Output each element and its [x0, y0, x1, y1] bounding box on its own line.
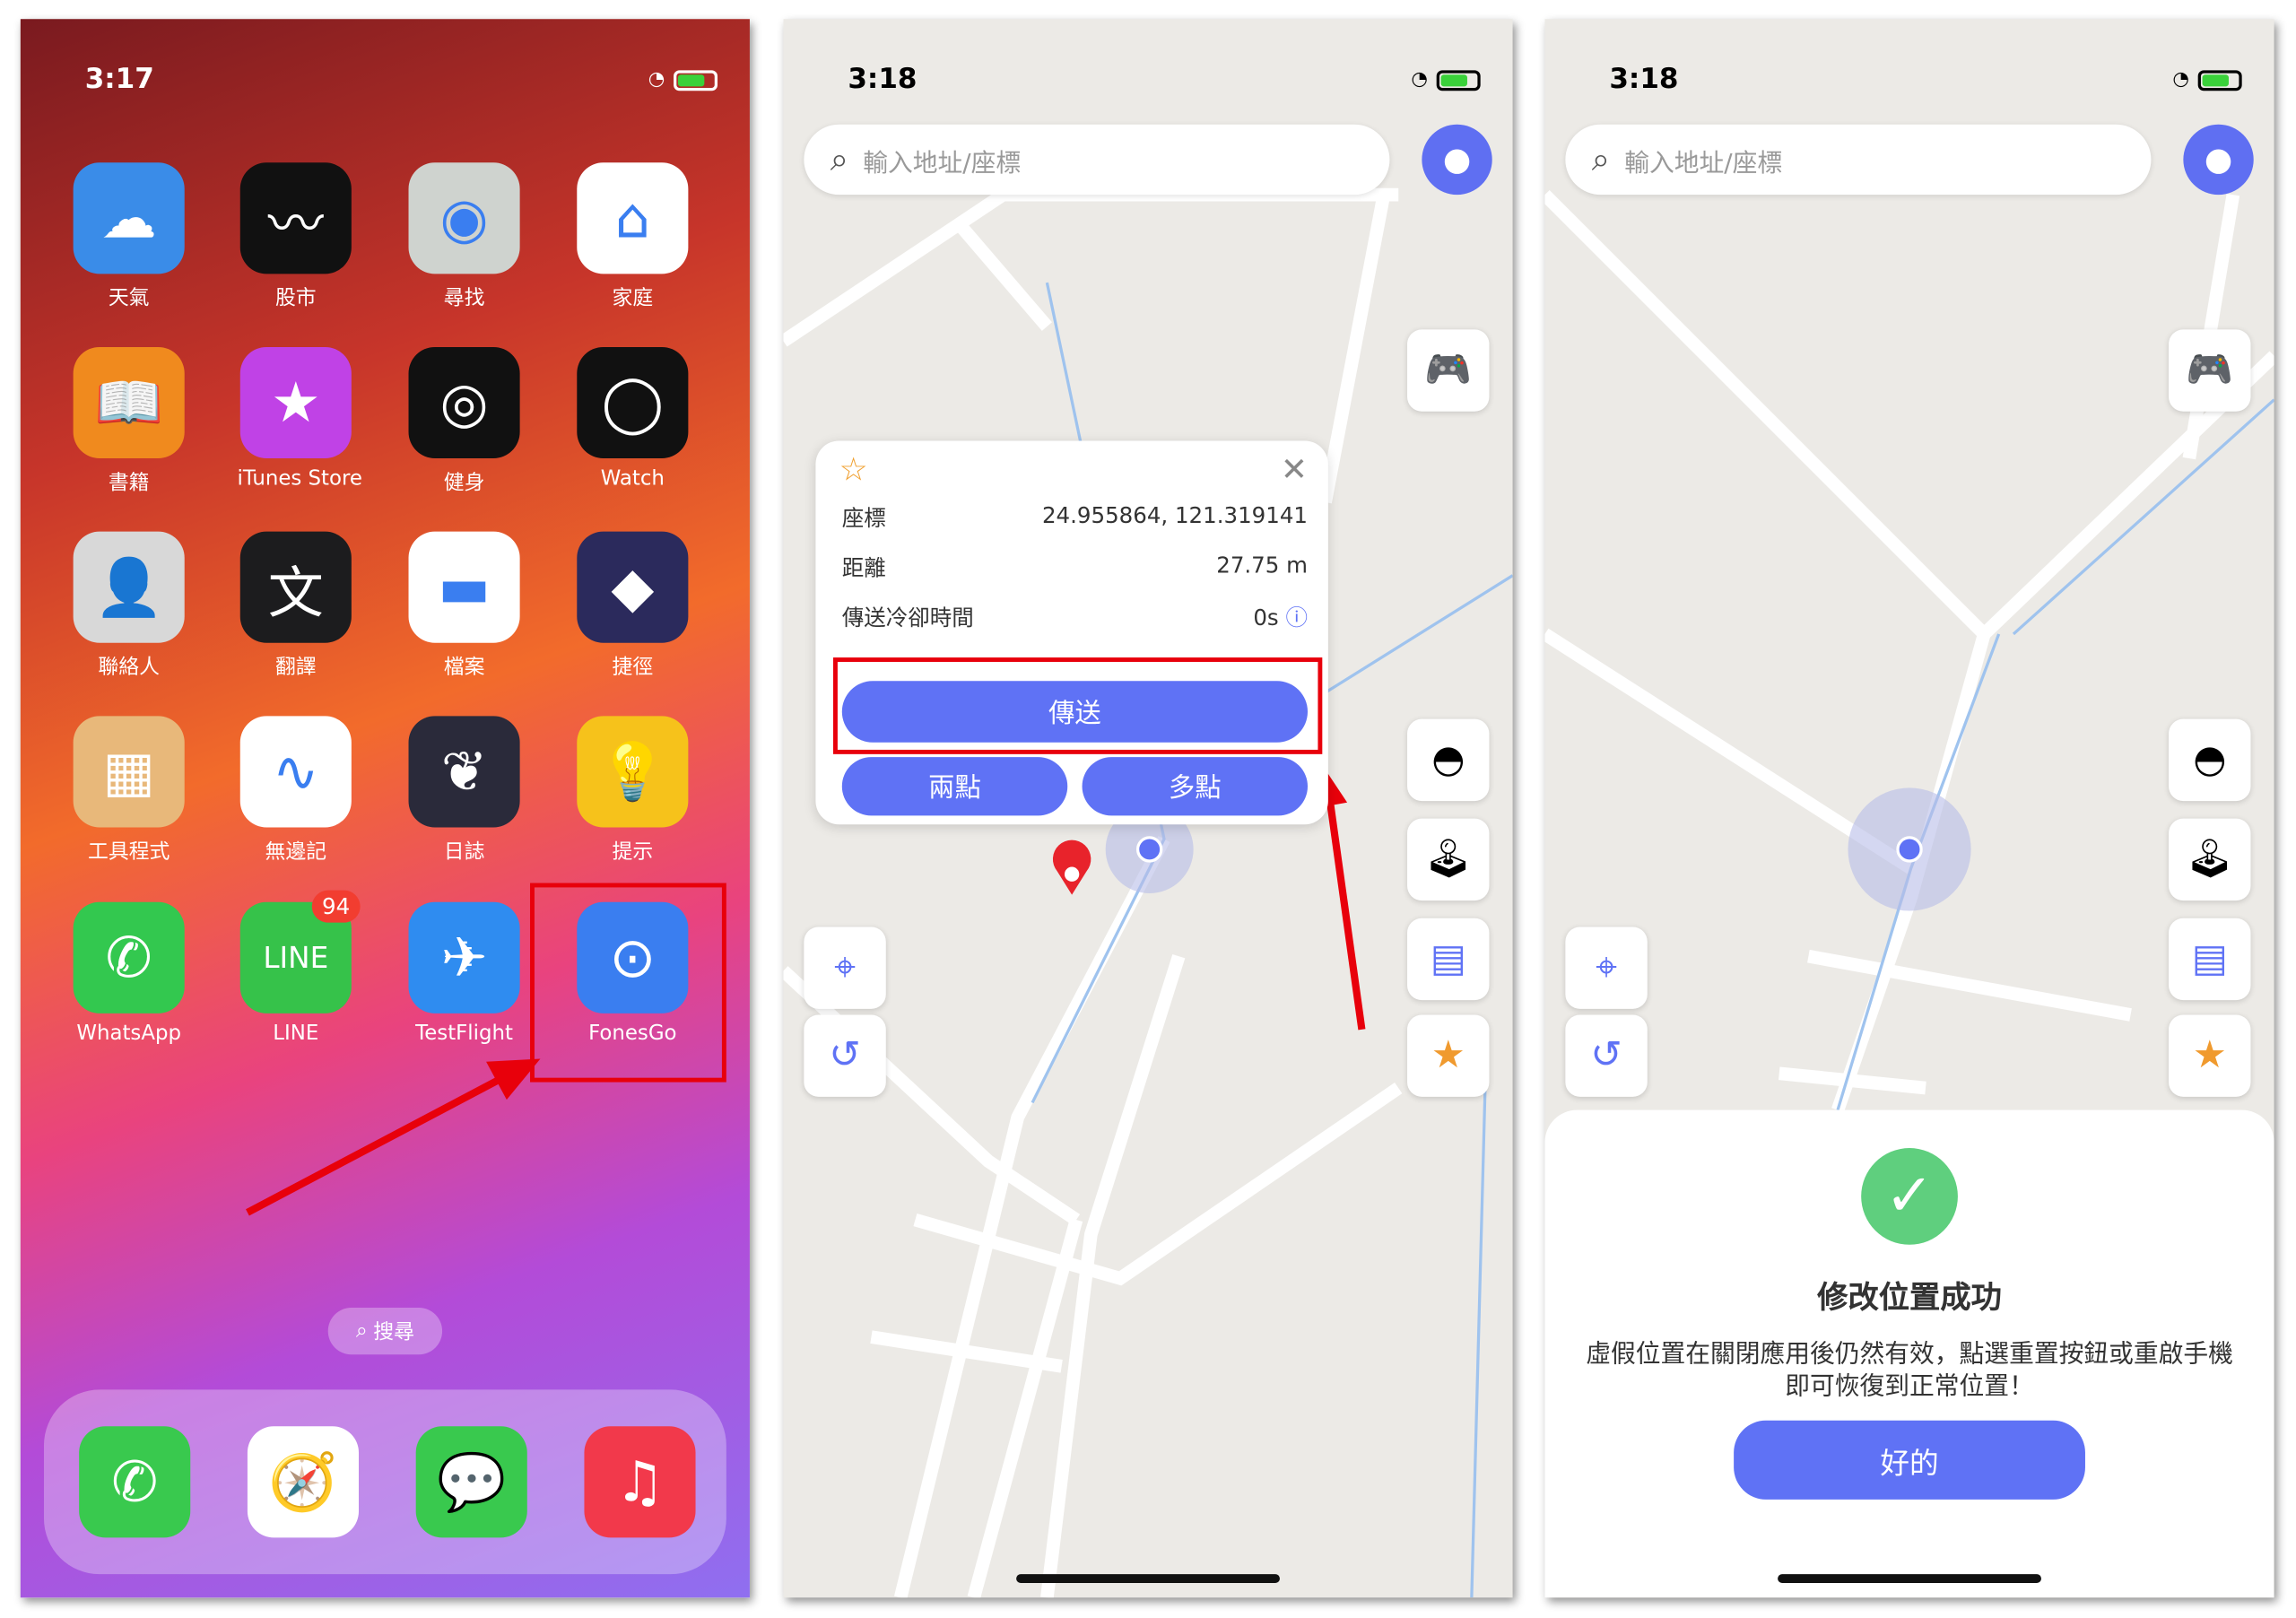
pokeball-icon: ◓	[1431, 737, 1465, 782]
dock-phone[interactable]: ✆	[76, 1426, 194, 1538]
ok-button[interactable]: 好的	[1734, 1420, 2085, 1500]
history-icon: ▤	[1430, 936, 1466, 981]
dock: ✆ 🧭 💬 ♫	[43, 1389, 726, 1575]
search-placeholder: 輸入地址/座標	[1624, 148, 1783, 178]
status-icons: ◔	[1411, 68, 1481, 91]
home-search-button[interactable]: ⌕ 搜尋	[327, 1308, 443, 1355]
wifi-icon: ◔	[1411, 68, 1428, 91]
joystick-icon: 🕹	[2185, 837, 2234, 882]
coord-label: 座標	[841, 505, 886, 532]
crosshair-icon: ⌖	[834, 944, 857, 989]
fonesgo-map-panel: 3:18 ◔ ⌕ 輸入地址/座標 ● 🎮 ◓ 🕹 ▤ ★ ⌖ ↺ ☆ ✕ 座標 24.…	[783, 19, 1513, 1598]
favorites-button[interactable]: ★	[2169, 1014, 2251, 1097]
cooldown-value: 0s	[1253, 605, 1279, 631]
distance-label: 距離	[841, 554, 886, 582]
locate-me-button[interactable]: ⌖	[804, 926, 886, 1009]
help-icon[interactable]: ⓘ	[1285, 605, 1308, 631]
bookmark-star-icon: ★	[2192, 1033, 2227, 1078]
distance-value: 27.75 m	[1216, 552, 1309, 578]
wifi-icon: ◔	[2172, 68, 2189, 91]
gamepad-icon: 🎮	[1424, 348, 1473, 393]
bookmark-star-icon: ★	[1431, 1033, 1465, 1078]
profile-avatar-button[interactable]: ●	[1422, 124, 1492, 196]
battery-icon	[2197, 69, 2242, 91]
dock-messages[interactable]: 💬	[413, 1426, 530, 1538]
pokeball-button[interactable]: ◓	[1407, 718, 1490, 802]
teleport-button[interactable]: 傳送	[841, 681, 1309, 743]
search-placeholder: 輸入地址/座標	[863, 148, 1022, 178]
status-icons: ◔	[2172, 68, 2242, 91]
history-button[interactable]: ▤	[2169, 918, 2251, 1001]
favorites-button[interactable]: ★	[1407, 1014, 1490, 1097]
search-icon: ⌕	[1591, 141, 1610, 178]
reset-button[interactable]: ↺	[804, 1014, 886, 1097]
phone-icon: ✆	[111, 1449, 159, 1515]
success-sheet: ✓ 修改位置成功 虛假位置在關閉應用後仍然有效，點選重置按鈕或重啟手機即可恢復到…	[1544, 1109, 2274, 1598]
success-check-icon: ✓	[1861, 1148, 1958, 1245]
joystick-button[interactable]: 🕹	[2169, 818, 2251, 901]
user-icon: ●	[1442, 141, 1472, 178]
crosshair-icon: ⌖	[1596, 944, 1618, 989]
status-time: 3:18	[848, 63, 918, 96]
coord-value: 24.955864, 121.319141	[1041, 502, 1309, 529]
annotation-arrow	[246, 1058, 541, 1216]
battery-icon	[1436, 69, 1481, 91]
status-time: 3:18	[1609, 63, 1679, 96]
safari-icon: 🧭	[268, 1448, 338, 1514]
favorite-star-icon[interactable]: ☆	[839, 453, 868, 490]
joystick-button[interactable]: 🕹	[1407, 818, 1490, 901]
history-button[interactable]: ▤	[1407, 918, 1490, 1001]
user-icon: ●	[2204, 141, 2233, 178]
reset-button[interactable]: ↺	[1565, 1014, 1648, 1097]
success-title: 修改位置成功	[1817, 1279, 2002, 1316]
pokeball-button[interactable]: ◓	[2169, 718, 2251, 802]
dock-music[interactable]: ♫	[581, 1426, 699, 1538]
address-search-input[interactable]: ⌕ 輸入地址/座標	[804, 124, 1390, 196]
close-icon[interactable]: ✕	[1281, 453, 1308, 490]
gamepad-button[interactable]: 🎮	[2169, 329, 2251, 412]
home-indicator	[1778, 1574, 2041, 1583]
reset-icon: ↺	[1590, 1033, 1622, 1078]
gamepad-icon: 🎮	[2186, 348, 2234, 393]
history-icon: ▤	[2191, 936, 2228, 981]
joystick-icon: 🕹	[1423, 837, 1473, 882]
search-icon: ⌕	[830, 141, 848, 178]
cooldown-label: 傳送冷卻時間	[841, 605, 974, 631]
music-icon: ♫	[614, 1449, 665, 1515]
messages-icon: 💬	[437, 1448, 507, 1514]
address-search-input[interactable]: ⌕ 輸入地址/座標	[1565, 124, 2152, 196]
reset-icon: ↺	[829, 1033, 861, 1078]
home-screen-panel: 3:17 ◔ ☁ 天氣〰股市 ◉ 尋找 ⌂ 家庭 📖 書籍 ★ iTunes Store ◎ 健身 ◯ W…	[20, 19, 750, 1598]
dock-safari[interactable]: 🧭	[245, 1426, 362, 1538]
two-point-button[interactable]: 兩點	[841, 757, 1068, 816]
success-message: 虛假位置在關閉應用後仍然有效，點選重置按鈕或重啟手機即可恢復到正常位置！	[1586, 1339, 2233, 1402]
fonesgo-success-panel: 3:18 ◔ ⌕ 輸入地址/座標 ● 🎮 ◓ 🕹 ▤ ★ ⌖ ↺ ✓ 修改位置成功 …	[1544, 19, 2274, 1598]
home-indicator	[1016, 1574, 1280, 1583]
multi-point-button[interactable]: 多點	[1082, 757, 1309, 816]
gamepad-button[interactable]: 🎮	[1407, 329, 1490, 412]
search-icon: ⌕	[355, 1319, 368, 1344]
locate-me-button[interactable]: ⌖	[1565, 926, 1648, 1009]
search-label: 搜尋	[373, 1320, 414, 1344]
location-popup: ☆ ✕ 座標 24.955864, 121.319141 距離 27.75 m 傳送…	[815, 440, 1328, 825]
profile-avatar-button[interactable]: ●	[2183, 124, 2254, 196]
pokeball-icon: ◓	[2193, 737, 2227, 782]
